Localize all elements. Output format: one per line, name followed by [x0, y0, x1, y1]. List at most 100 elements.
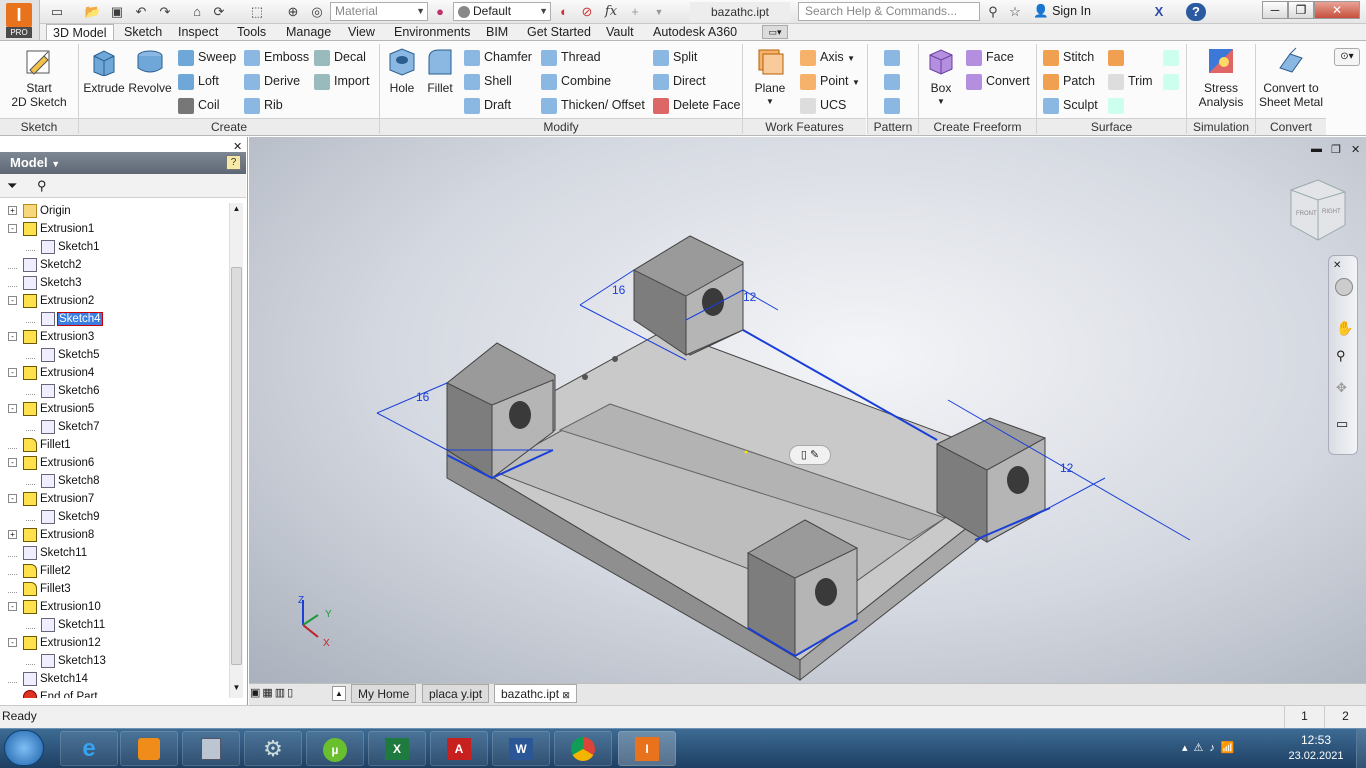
tree-item-end-of-part[interactable]: End of Part [8, 688, 98, 698]
home-icon[interactable]: ⌂ [188, 3, 206, 21]
tab-tools[interactable]: Tools [231, 24, 272, 41]
viewport-close-icon[interactable]: ✕ [1351, 143, 1360, 156]
surface-extend-button[interactable] [1108, 47, 1128, 67]
tree-item-extrusion12[interactable]: - Extrusion12 [8, 634, 101, 652]
tab-manage[interactable]: Manage [280, 24, 337, 41]
update-icon[interactable]: ⟳ [210, 3, 228, 21]
tab-my-home[interactable]: My Home [351, 684, 417, 703]
tab-vault[interactable]: Vault [600, 24, 640, 41]
tree-item-sketch14[interactable]: Sketch14 [8, 670, 88, 688]
fit-mesh-face-button[interactable] [1108, 95, 1128, 115]
inventor-taskbar-button[interactable]: I [618, 731, 676, 766]
collapse-icon[interactable]: - [8, 404, 17, 414]
fillet-button[interactable]: Fillet [422, 46, 458, 95]
application-menu-button[interactable]: I PRO [0, 0, 40, 40]
tab-sketch[interactable]: Sketch [118, 24, 168, 41]
tree-item-extrusion4[interactable]: - Extrusion4 [8, 364, 94, 382]
dimension-label[interactable]: 12 [1060, 461, 1074, 475]
clock-time[interactable]: 12:53 [1286, 733, 1346, 747]
extrude-button[interactable]: Extrude [82, 46, 126, 95]
orbit-icon[interactable]: ✥ [1336, 380, 1347, 396]
sign-in-button[interactable]: 👤 Sign In [1033, 4, 1091, 19]
direct-button[interactable]: Direct [653, 71, 706, 91]
graphics-viewport[interactable]: 16 16 12 12 FRONT RIGHT Z Y X ▯ ✎ ▬ ❐ ✕ [249, 137, 1366, 683]
tab-menu-icon[interactable]: ▲ [332, 686, 346, 701]
dimension-label[interactable]: 16 [612, 283, 626, 297]
viewport-minimize-icon[interactable]: ▬ [1311, 143, 1322, 155]
repair-bodies-button[interactable] [1163, 71, 1183, 91]
tab-bim[interactable]: BIM [480, 24, 514, 41]
search-input[interactable]: Search Help & Commands... [798, 2, 980, 21]
axis-button[interactable]: Axis ▼ [800, 47, 855, 67]
coil-button[interactable]: Coil [178, 95, 220, 115]
tree-item-extrusion5[interactable]: - Extrusion5 [8, 400, 94, 418]
sculpt-button[interactable]: Sculpt [1043, 95, 1098, 115]
tree-item-extrusion3[interactable]: - Extrusion3 [8, 328, 94, 346]
adjust-appearance-icon[interactable]: ◐ [555, 3, 573, 21]
tree-item-sketch11[interactable]: Sketch11 [8, 544, 87, 562]
tree-item-sketch13[interactable]: Sketch13 [26, 652, 106, 670]
tab-3d-model[interactable]: 3D Model [46, 24, 114, 41]
tab-placa-y[interactable]: placa y.ipt [422, 684, 490, 703]
navbar-close-icon[interactable]: ✕ [1333, 260, 1341, 271]
save-icon[interactable]: ▣ [108, 3, 126, 21]
tree-item-sketch5[interactable]: Sketch5 [26, 346, 100, 364]
tree-item-extrusion8[interactable]: + Extrusion8 [8, 526, 94, 544]
draft-button[interactable]: Draft [464, 95, 511, 115]
collapse-icon[interactable]: - [8, 296, 17, 306]
find-binoculars-icon[interactable]: ⚲ [37, 178, 47, 194]
tray-icons[interactable]: ▴⚠♪📶 [1182, 741, 1241, 754]
start-button-windows-icon[interactable] [4, 730, 44, 766]
clock-date[interactable]: 23.02.2021 [1280, 750, 1352, 762]
pan-hand-icon[interactable]: ✋ [1336, 320, 1353, 337]
convert-to-sheet-metal-button[interactable]: Convert to Sheet Metal [1258, 46, 1324, 109]
excel-taskbar-button[interactable]: X [368, 731, 426, 766]
revolve-button[interactable]: Revolve [127, 46, 173, 95]
steering-wheel-icon[interactable] [1335, 278, 1353, 296]
box-button[interactable]: Box ▼ [922, 46, 960, 109]
tree-item-extrusion2[interactable]: - Extrusion2 [8, 292, 94, 310]
tab-close-icon[interactable]: ⊠ [562, 690, 570, 700]
tree-item-sketch2[interactable]: Sketch2 [8, 256, 82, 274]
tree-item-fillet1[interactable]: Fillet1 [8, 436, 71, 454]
tree-item-sketch4[interactable]: Sketch4 [26, 310, 103, 328]
calculator-taskbar-button[interactable] [182, 731, 240, 766]
tree-item-extrusion1[interactable]: - Extrusion1 [8, 220, 94, 238]
appearance-globe-icon[interactable]: ◎ [308, 3, 326, 21]
combine-button[interactable]: Combine [541, 71, 611, 91]
tree-item-sketch8[interactable]: Sketch8 [26, 472, 100, 490]
convert-freeform-button[interactable]: Convert [966, 71, 1030, 91]
collapse-icon[interactable]: - [8, 458, 17, 468]
minimize-button[interactable]: ─ [1262, 1, 1288, 19]
tree-item-extrusion7[interactable]: - Extrusion7 [8, 490, 94, 508]
dimension-label[interactable]: 16 [416, 390, 430, 404]
undo-icon[interactable]: ↶ [132, 3, 150, 21]
close-button[interactable]: ✕ [1314, 1, 1360, 19]
face-button[interactable]: Face [966, 47, 1014, 67]
tree-item-sketch6[interactable]: Sketch6 [26, 382, 100, 400]
tab-autodesk-a360[interactable]: Autodesk A360 [647, 24, 743, 41]
circular-pattern-button[interactable] [884, 71, 904, 91]
viewport-restore-icon[interactable]: ❐ [1331, 143, 1341, 156]
ribbon-display-toggle-icon[interactable]: ▭▾ [762, 25, 788, 39]
import-button[interactable]: Import [314, 71, 369, 91]
clear-appearance-icon[interactable]: ⊘ [578, 3, 596, 21]
settings-taskbar-button[interactable]: ⚙ [244, 731, 302, 766]
customize-quick-access-icon[interactable]: ▼ [650, 3, 668, 21]
part-model[interactable]: 16 16 12 12 FRONT RIGHT Z Y X [249, 137, 1366, 683]
rib-button[interactable]: Rib [244, 95, 283, 115]
redo-icon[interactable]: ↷ [156, 3, 174, 21]
acrobat-taskbar-button[interactable]: A [430, 731, 488, 766]
tab-view[interactable]: View [342, 24, 381, 41]
tab-bazathc[interactable]: bazathc.ipt ⊠ [494, 684, 577, 703]
appearance-combo[interactable]: Default ▼ [453, 2, 551, 21]
new-file-icon[interactable]: ▭ [48, 3, 66, 21]
decal-button[interactable]: Decal [314, 47, 366, 67]
scroll-down-icon[interactable]: ▼ [231, 683, 242, 695]
sweep-button[interactable]: Sweep [178, 47, 236, 67]
scrollbar-thumb[interactable] [231, 267, 242, 665]
parameters-icon[interactable]: fx [602, 3, 620, 21]
utorrent-taskbar-button[interactable]: µ [306, 731, 364, 766]
open-folder-icon[interactable]: 📂 [84, 3, 102, 21]
ucs-button[interactable]: UCS [800, 95, 846, 115]
